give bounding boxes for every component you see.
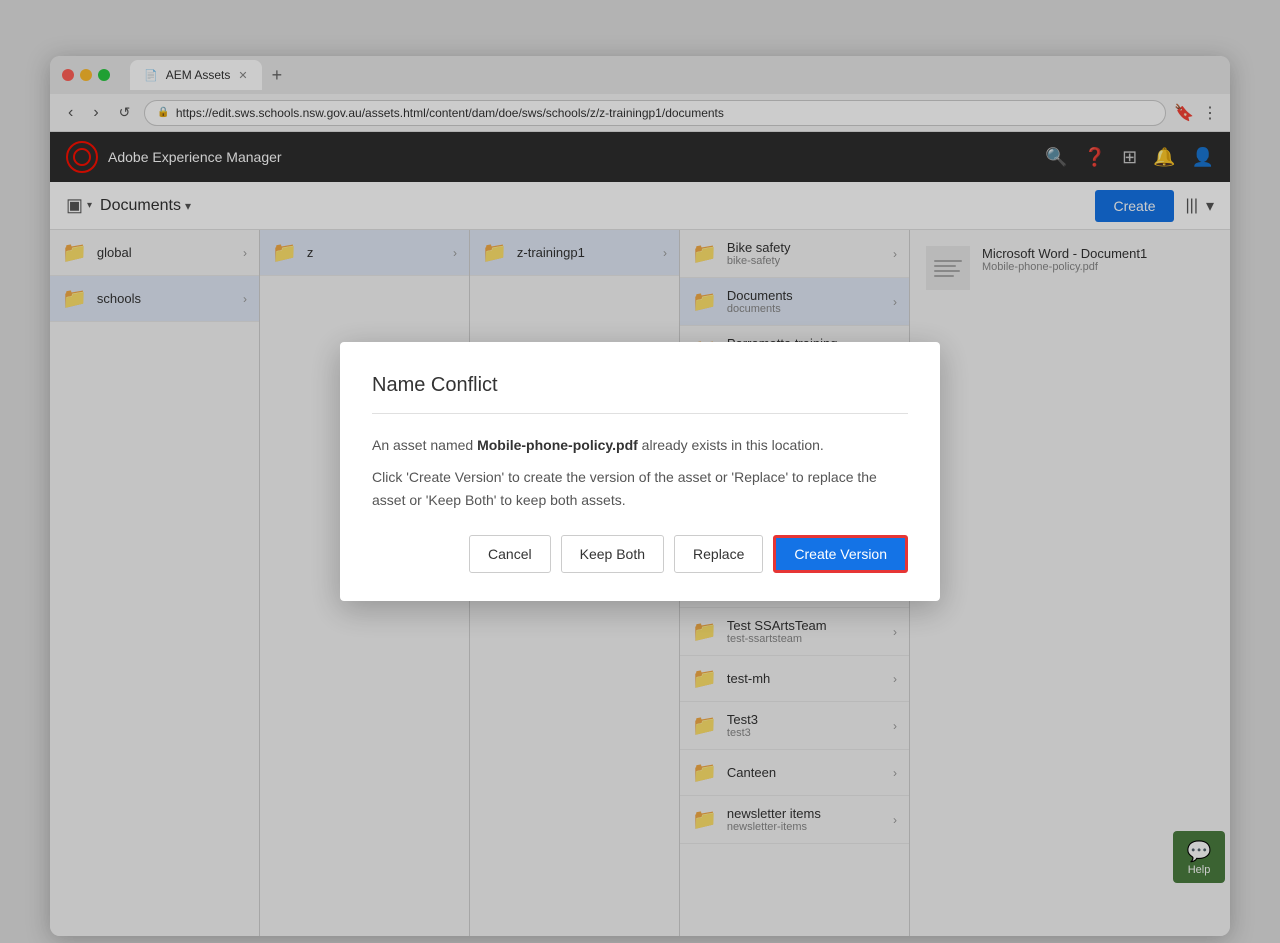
dialog-actions: Cancel Keep Both Replace Create Version bbox=[372, 535, 908, 573]
dialog-text-1: An asset named Mobile-phone-policy.pdf a… bbox=[372, 434, 908, 456]
dialog-text-2: Click 'Create Version' to create the ver… bbox=[372, 466, 908, 511]
create-version-button[interactable]: Create Version bbox=[773, 535, 908, 573]
dialog-filename: Mobile-phone-policy.pdf bbox=[477, 437, 638, 453]
dialog-overlay: Name Conflict An asset named Mobile-phon… bbox=[0, 0, 1280, 943]
cancel-button[interactable]: Cancel bbox=[469, 535, 551, 573]
dialog-title: Name Conflict bbox=[372, 374, 908, 414]
keep-both-button[interactable]: Keep Both bbox=[561, 535, 664, 573]
dialog-body: An asset named Mobile-phone-policy.pdf a… bbox=[372, 434, 908, 511]
replace-button[interactable]: Replace bbox=[674, 535, 763, 573]
dialog-text-pre: An asset named bbox=[372, 437, 477, 453]
dialog-text-post: already exists in this location. bbox=[638, 437, 824, 453]
name-conflict-dialog: Name Conflict An asset named Mobile-phon… bbox=[340, 342, 940, 601]
